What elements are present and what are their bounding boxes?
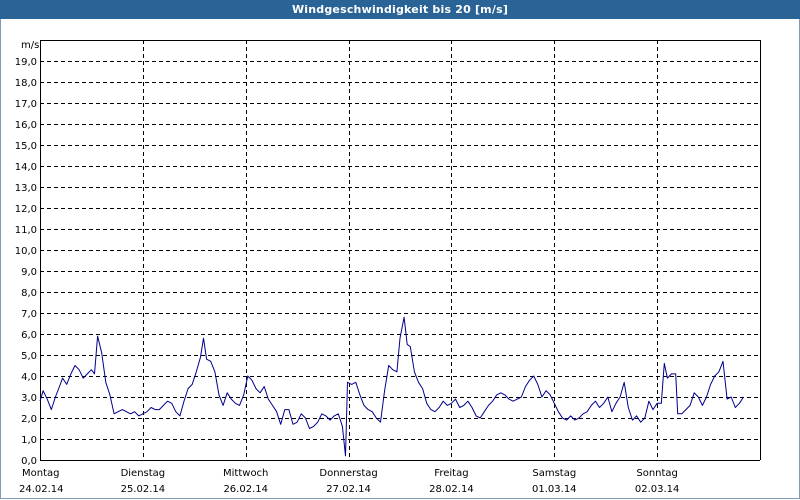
grid — [40, 40, 760, 460]
y-tick-label: 2,0 — [21, 414, 37, 425]
y-tick-label: 0,0 — [21, 456, 37, 467]
x-tick-labels: Montag 24.02.14 Dienstag 25.02.14 Mittwoch 26… — [19, 468, 679, 495]
x-tick-day-label: Samstag — [532, 468, 576, 479]
y-tick-label: 11,0 — [15, 225, 37, 236]
y-tick-label: 3,0 — [21, 393, 37, 404]
x-tick-date-label: 26.02.14 — [223, 484, 268, 495]
y-tick-label: 12,0 — [15, 204, 37, 215]
y-tick-label: 10,0 — [15, 246, 37, 257]
y-tick-label: 19,0 — [15, 57, 37, 68]
x-tick-day-label: Sonntag — [636, 468, 678, 479]
y-tick-label: 18,0 — [15, 78, 37, 89]
y-tick-label: 8,0 — [21, 288, 37, 299]
y-tick-label: 16,0 — [15, 120, 37, 131]
x-tick-date-label: 28.02.14 — [429, 484, 474, 495]
y-tick-label: 9,0 — [21, 267, 37, 278]
x-tick-day-label: Montag — [22, 468, 59, 479]
series-line — [39, 316, 744, 457]
series-layer — [39, 316, 744, 457]
y-axis-unit-label: m/s — [21, 40, 39, 51]
y-tick-label: 15,0 — [15, 141, 37, 152]
x-tick-date-label: 27.02.14 — [326, 484, 371, 495]
x-tick-date-label: 02.03.14 — [635, 484, 680, 495]
y-tick-label: 1,0 — [21, 435, 37, 446]
x-tick-day-label: Freitag — [434, 468, 468, 479]
x-tick-date-label: 25.02.14 — [121, 484, 166, 495]
y-tick-labels: 0,0 1,0 2,0 3,0 4,0 5,0 6,0 7,0 8,0 9,0 10,0 11,0 12… — [15, 57, 37, 467]
x-tick-date-label: 24.02.14 — [19, 484, 64, 495]
y-tick-label: 17,0 — [15, 99, 37, 110]
y-tick-label: 7,0 — [21, 309, 37, 320]
wind-speed-chart: 0,0 1,0 2,0 3,0 4,0 5,0 6,0 7,0 8,0 9,0 10,0 11,0 12… — [15, 40, 761, 495]
x-tick-day-label: Donnerstag — [319, 468, 377, 479]
y-tick-label: 5,0 — [21, 351, 37, 362]
y-tick-label: 13,0 — [15, 183, 37, 194]
x-tick-date-label: 01.03.14 — [532, 484, 577, 495]
y-tick-label: 4,0 — [21, 372, 37, 383]
y-tick-label: 14,0 — [15, 162, 37, 173]
x-tick-day-label: Dienstag — [121, 468, 166, 479]
x-tick-day-label: Mittwoch — [223, 468, 268, 479]
y-tick-label: 6,0 — [21, 330, 37, 341]
